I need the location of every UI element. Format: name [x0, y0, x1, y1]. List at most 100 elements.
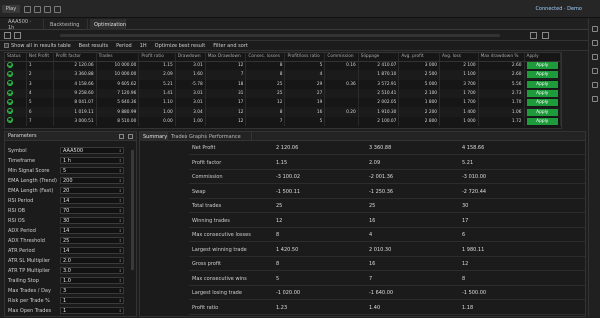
apply-button[interactable]: Apply: [526, 108, 558, 116]
spinner-icon[interactable]: ⇕: [119, 198, 122, 203]
tab-summary[interactable]: Summary: [140, 132, 168, 141]
column-header[interactable]: Max drawdown %: [478, 53, 525, 62]
apply-button[interactable]: Apply: [526, 90, 558, 98]
table-row[interactable]: 58 041.07 5 640.36 1.10 3.01 17 12 19 2 002.05 1…: [5, 98, 561, 108]
tab-trades[interactable]: Trades: [168, 132, 187, 141]
parameter-input[interactable]: 30 ⇕: [60, 217, 124, 224]
column-header[interactable]: Status: [5, 53, 27, 62]
spinner-icon[interactable]: ⇕: [119, 288, 122, 293]
spinner-icon[interactable]: ⇕: [119, 308, 122, 313]
parameter-input[interactable]: AAA500 ⇕: [60, 147, 124, 154]
spinner-icon[interactable]: ⇕: [119, 188, 122, 193]
table-cell: 7: [205, 70, 247, 80]
period-select[interactable]: 1H: [140, 43, 147, 49]
parameter-input[interactable]: 70 ⇕: [60, 207, 124, 214]
spinner-icon[interactable]: ⇕: [119, 168, 122, 173]
parameter-input[interactable]: 25 ⇕: [60, 237, 124, 244]
tab-optimization[interactable]: Optimization: [90, 19, 126, 30]
parameter-input[interactable]: 1.0 ⇕: [60, 277, 124, 284]
spinner-icon[interactable]: ⇕: [119, 218, 122, 223]
parameter-input[interactable]: 200 ⇕: [60, 177, 124, 184]
column-header[interactable]: Consec. losses: [245, 53, 286, 62]
layout-icon[interactable]: [542, 32, 549, 39]
apply-button[interactable]: Apply: [526, 117, 558, 125]
parameter-name: Timeframe: [8, 157, 36, 164]
save-icon[interactable]: [44, 5, 51, 13]
apply-button[interactable]: Apply: [526, 62, 558, 70]
spinner-icon[interactable]: ⇕: [119, 148, 122, 153]
tab-graphs[interactable]: Graphs: [186, 132, 207, 141]
column-header[interactable]: Profit factor: [53, 53, 97, 62]
chart-icon[interactable]: [592, 26, 598, 32]
spinner-icon[interactable]: ⇕: [119, 178, 122, 183]
best-results-toggle[interactable]: Best results: [79, 43, 108, 49]
table-cell: 1 100: [439, 70, 479, 80]
new-icon[interactable]: [24, 5, 31, 13]
parameter-input[interactable]: 5 ⇕: [60, 167, 124, 174]
column-header[interactable]: Commission: [324, 53, 359, 62]
summary-table: Net Profit 2 120.06 3 360.88 4 158.66 Profit…: [189, 142, 585, 318]
spinner-icon[interactable]: ⇕: [119, 158, 122, 163]
table-row[interactable]: 12 120.06 10 000.00 1.15 3.01 12 8 5 0.16 2 410.…: [5, 61, 561, 71]
parameter-input[interactable]: 14 ⇕: [60, 247, 124, 254]
settings-icon[interactable]: [54, 5, 61, 13]
tab-chart[interactable]: AAA500 · 1h: [4, 19, 44, 31]
apply-button[interactable]: Apply: [526, 99, 558, 107]
bell-icon[interactable]: [592, 68, 598, 74]
parameter-value: 14: [63, 197, 70, 204]
apply-cell: Apply: [524, 88, 561, 99]
spinner-icon[interactable]: ⇕: [119, 268, 122, 273]
tab-backtesting[interactable]: Backtesting: [46, 19, 88, 30]
apply-button[interactable]: Apply: [526, 71, 558, 79]
column-header[interactable]: Avg. profit: [398, 53, 441, 62]
parameter-input[interactable]: 2.0 ⇕: [60, 257, 124, 264]
spinner-icon[interactable]: ⇕: [119, 258, 122, 263]
parameters-scrollbar[interactable]: [131, 150, 134, 270]
table-row[interactable]: 61 019.11 9 880.99 1.00 3.04 12 8 16 0.20 1 910.…: [5, 107, 561, 117]
parameter-input[interactable]: 3.0 ⇕: [60, 267, 124, 274]
column-header[interactable]: Net Profit: [26, 53, 54, 62]
spinner-icon[interactable]: ⇕: [119, 228, 122, 233]
stop-icon[interactable]: [14, 32, 21, 39]
play-button[interactable]: Play: [2, 5, 20, 13]
table-row[interactable]: 23 360.88 10 000.00 2.09 1.60 7 8 4 1 870.10 2 5…: [5, 70, 561, 80]
optimize-best-link[interactable]: Optimize best result: [155, 43, 206, 49]
column-header[interactable]: Profit/loss ratio: [284, 53, 326, 62]
run-icon[interactable]: [4, 32, 11, 39]
parameter-input[interactable]: 3 ⇕: [60, 287, 124, 294]
spinner-icon[interactable]: ⇕: [119, 278, 122, 283]
parameter-input[interactable]: 14 ⇕: [60, 197, 124, 204]
parameter-input[interactable]: 1 h ⇕: [60, 157, 124, 164]
user-icon[interactable]: [592, 82, 598, 88]
column-header[interactable]: Apply: [524, 53, 561, 62]
spinner-icon[interactable]: ⇕: [119, 248, 122, 253]
table-row[interactable]: 73 000.51 8 510.00 0.00 1.00 12 7 5 2 100.07 2 8…: [5, 116, 561, 127]
spinner-icon[interactable]: ⇕: [119, 208, 122, 213]
filter-sort-link[interactable]: Filter and sort: [213, 43, 248, 49]
help-icon[interactable]: [592, 96, 598, 102]
list-icon[interactable]: [592, 40, 598, 46]
column-header[interactable]: Avg. loss: [439, 53, 479, 62]
column-header[interactable]: Trades: [96, 53, 140, 62]
column-header[interactable]: Profit ratio: [138, 53, 176, 62]
column-header[interactable]: Drawdown: [175, 53, 206, 62]
column-header[interactable]: Max Drawdown: [205, 53, 247, 62]
parameter-input[interactable]: 14 ⇕: [60, 227, 124, 234]
menu-icon[interactable]: [128, 134, 133, 139]
export-icon[interactable]: [530, 32, 537, 39]
grid-icon[interactable]: [592, 54, 598, 60]
tab-performance[interactable]: Performance: [206, 132, 252, 141]
apply-button[interactable]: Apply: [526, 80, 558, 88]
parameter-input[interactable]: 1 ⇕: [60, 297, 124, 304]
table-row[interactable]: 49 258.60 7 120.96 1.41 3.01 31 25 27 2 510.41 2…: [5, 88, 561, 99]
open-icon[interactable]: [34, 5, 41, 13]
spinner-icon[interactable]: ⇕: [119, 238, 122, 243]
spinner-icon[interactable]: ⇕: [119, 298, 122, 303]
column-header[interactable]: Slippage: [358, 53, 400, 62]
table-row[interactable]: 34 158.66 9 605.62 5.21 -5.78 18 25 29 0.36 3 57…: [5, 79, 561, 89]
parameter-input[interactable]: 20 ⇕: [60, 187, 124, 194]
copy-icon[interactable]: [119, 134, 124, 139]
show-all-checkbox[interactable]: Show all in results table: [4, 42, 71, 49]
table-cell: 2: [26, 70, 54, 80]
parameter-input[interactable]: 1 ⇕: [60, 307, 124, 314]
